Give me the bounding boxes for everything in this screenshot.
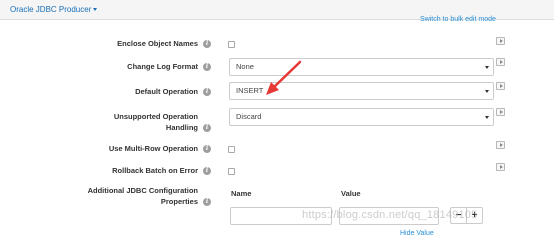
annotation-arrow-icon — [266, 60, 302, 95]
jdbc-producer-config-panel: Oracle JDBC Producer Switch to bulk edit… — [0, 0, 554, 242]
